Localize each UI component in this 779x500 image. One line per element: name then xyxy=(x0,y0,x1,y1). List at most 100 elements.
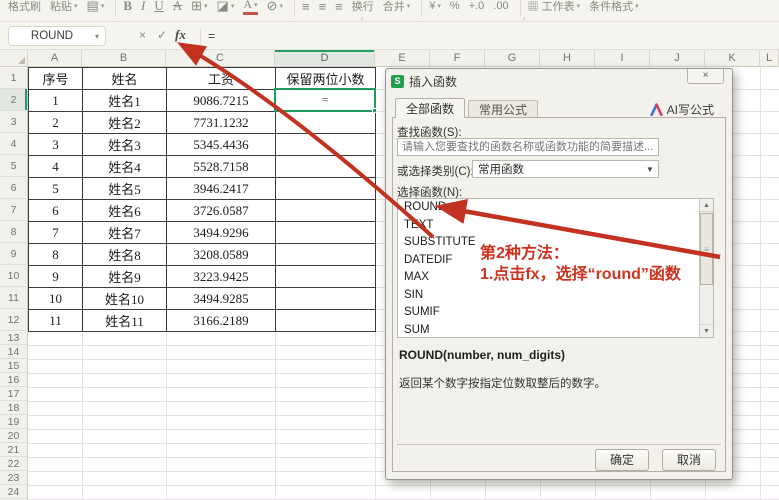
table-cell[interactable]: 3946.2417 xyxy=(167,178,276,200)
align-center-button[interactable]: ≡ xyxy=(319,0,327,14)
table-cell[interactable]: 姓名7 xyxy=(83,222,167,244)
table-cell[interactable]: 3166.2189 xyxy=(167,310,276,332)
table-cell[interactable] xyxy=(276,200,376,222)
table-cell[interactable]: 姓名6 xyxy=(83,200,167,222)
tab-common-formulas[interactable]: 常用公式 xyxy=(468,100,539,118)
row-header-17[interactable]: 17 xyxy=(0,387,28,401)
column-header-L[interactable]: L xyxy=(760,50,779,67)
ok-button[interactable]: 确定 xyxy=(595,449,649,471)
table-cell[interactable]: 姓名11 xyxy=(83,310,167,332)
italic-button[interactable]: I xyxy=(141,0,145,14)
column-header-F[interactable]: F xyxy=(430,50,485,67)
insert-function-fx-button[interactable]: fx xyxy=(175,27,186,43)
row-header-21[interactable]: 21 xyxy=(0,443,28,457)
increase-decimal-button[interactable]: +.0 xyxy=(469,0,485,12)
dialog-title-bar[interactable]: S 插入函数 xyxy=(386,69,732,93)
selected-cell[interactable]: = xyxy=(274,88,377,113)
row-header-10[interactable]: 10 xyxy=(0,265,28,287)
group-expander-icon[interactable]: ⌟ xyxy=(360,13,363,21)
column-header-J[interactable]: J xyxy=(650,50,705,67)
table-cell[interactable] xyxy=(276,222,376,244)
table-cell[interactable]: 2 xyxy=(29,112,83,134)
row-header-13[interactable]: 13 xyxy=(0,331,28,345)
row-header-11[interactable]: 11 xyxy=(0,287,28,309)
table-cell[interactable]: 1 xyxy=(29,90,83,112)
table-cell[interactable] xyxy=(276,288,376,310)
column-header-I[interactable]: I xyxy=(595,50,650,67)
underline-button[interactable]: U xyxy=(154,0,163,14)
chevron-down-icon[interactable]: ▾ xyxy=(95,32,99,41)
table-cell[interactable]: 6 xyxy=(29,200,83,222)
cancel-entry-button[interactable]: × xyxy=(139,28,146,42)
format-painter-button[interactable]: 格式刷 xyxy=(8,0,41,14)
table-cell[interactable]: 5345.4436 xyxy=(167,134,276,156)
table-cell[interactable]: 5 xyxy=(29,178,83,200)
row-header-12[interactable]: 12 xyxy=(0,309,28,331)
table-cell[interactable]: 3 xyxy=(29,134,83,156)
table-cell[interactable]: 姓名5 xyxy=(83,178,167,200)
ai-write-formula-button[interactable]: AI写公式 xyxy=(649,101,714,118)
table-cell[interactable]: 3223.9425 xyxy=(167,266,276,288)
row-header-15[interactable]: 15 xyxy=(0,359,28,373)
clear-format-button[interactable]: ⊘ ▾ xyxy=(267,0,283,14)
function-list-item-substitute[interactable]: SUBSTITUTE xyxy=(398,234,713,252)
column-header-H[interactable]: H xyxy=(540,50,595,67)
row-header-14[interactable]: 14 xyxy=(0,345,28,359)
table-cell[interactable] xyxy=(276,156,376,178)
search-function-input[interactable] xyxy=(397,138,659,156)
function-list-item-datedif[interactable]: DATEDIF xyxy=(398,252,713,270)
row-header-3[interactable]: 3 xyxy=(0,111,28,133)
formula-input[interactable]: = xyxy=(208,29,215,43)
row-header-6[interactable]: 6 xyxy=(0,177,28,199)
table-cell[interactable] xyxy=(276,310,376,332)
close-icon[interactable]: × xyxy=(687,69,724,84)
worksheet-button[interactable]: ▦ 工作表 ▾ xyxy=(528,0,581,14)
table-cell[interactable]: 11 xyxy=(29,310,83,332)
function-list-item-text[interactable]: TEXT xyxy=(398,217,713,235)
align-right-button[interactable]: ≡ xyxy=(335,0,343,14)
wrap-text-button[interactable]: 换行 xyxy=(352,0,374,14)
align-left-button[interactable]: ≡ xyxy=(302,0,310,14)
table-cell[interactable]: 7 xyxy=(29,222,83,244)
table-header-cell[interactable]: 工资 xyxy=(167,68,276,90)
table-header-cell[interactable]: 序号 xyxy=(29,68,83,90)
function-list-item-sum[interactable]: SUM xyxy=(398,322,713,338)
table-cell[interactable]: 4 xyxy=(29,156,83,178)
clipboard-icon[interactable]: ▤ ▾ xyxy=(87,0,105,14)
tab-all-functions[interactable]: 全部函数 xyxy=(395,98,466,118)
table-header-cell[interactable]: 姓名 xyxy=(83,68,167,90)
conditional-format-button[interactable]: 条件格式 ▾ xyxy=(589,0,639,14)
bold-button[interactable]: B xyxy=(123,0,132,14)
table-cell[interactable]: 3208.0589 xyxy=(167,244,276,266)
strikethrough-button[interactable]: A xyxy=(173,0,182,14)
function-list-item-sin[interactable]: SIN xyxy=(398,287,713,305)
table-cell[interactable]: 姓名10 xyxy=(83,288,167,310)
table-cell[interactable]: 5528.7158 xyxy=(167,156,276,178)
row-header-7[interactable]: 7 xyxy=(0,199,28,221)
table-cell[interactable]: 3494.9296 xyxy=(167,222,276,244)
table-cell[interactable] xyxy=(276,244,376,266)
table-cell[interactable]: 姓名2 xyxy=(83,112,167,134)
table-cell[interactable]: 9086.7215 xyxy=(167,90,276,112)
column-header-D[interactable]: D xyxy=(275,50,375,67)
row-header-23[interactable]: 23 xyxy=(0,471,28,485)
row-header-19[interactable]: 19 xyxy=(0,415,28,429)
font-color-button[interactable]: A ▾ xyxy=(243,0,258,15)
paste-button[interactable]: 粘贴 ▾ xyxy=(50,0,78,14)
table-cell[interactable]: 10 xyxy=(29,288,83,310)
function-list-item-max[interactable]: MAX xyxy=(398,269,713,287)
table-header-cell[interactable]: 保留两位小数 xyxy=(276,68,376,90)
row-header-5[interactable]: 5 xyxy=(0,155,28,177)
scrollbar[interactable]: ▲ ≡ ▼ xyxy=(699,199,713,337)
row-header-20[interactable]: 20 xyxy=(0,429,28,443)
confirm-entry-button[interactable]: ✓ xyxy=(157,28,167,42)
table-cell[interactable] xyxy=(276,178,376,200)
merge-cells-button[interactable]: 合并 ▾ xyxy=(383,0,411,14)
function-list-item-round[interactable]: ROUND xyxy=(398,199,713,217)
row-header-4[interactable]: 4 xyxy=(0,133,28,155)
fill-handle[interactable] xyxy=(372,108,377,113)
row-header-22[interactable]: 22 xyxy=(0,457,28,471)
category-dropdown[interactable]: 常用函数 ▼ xyxy=(472,160,659,178)
column-header-C[interactable]: C xyxy=(166,50,275,67)
row-header-8[interactable]: 8 xyxy=(0,221,28,243)
